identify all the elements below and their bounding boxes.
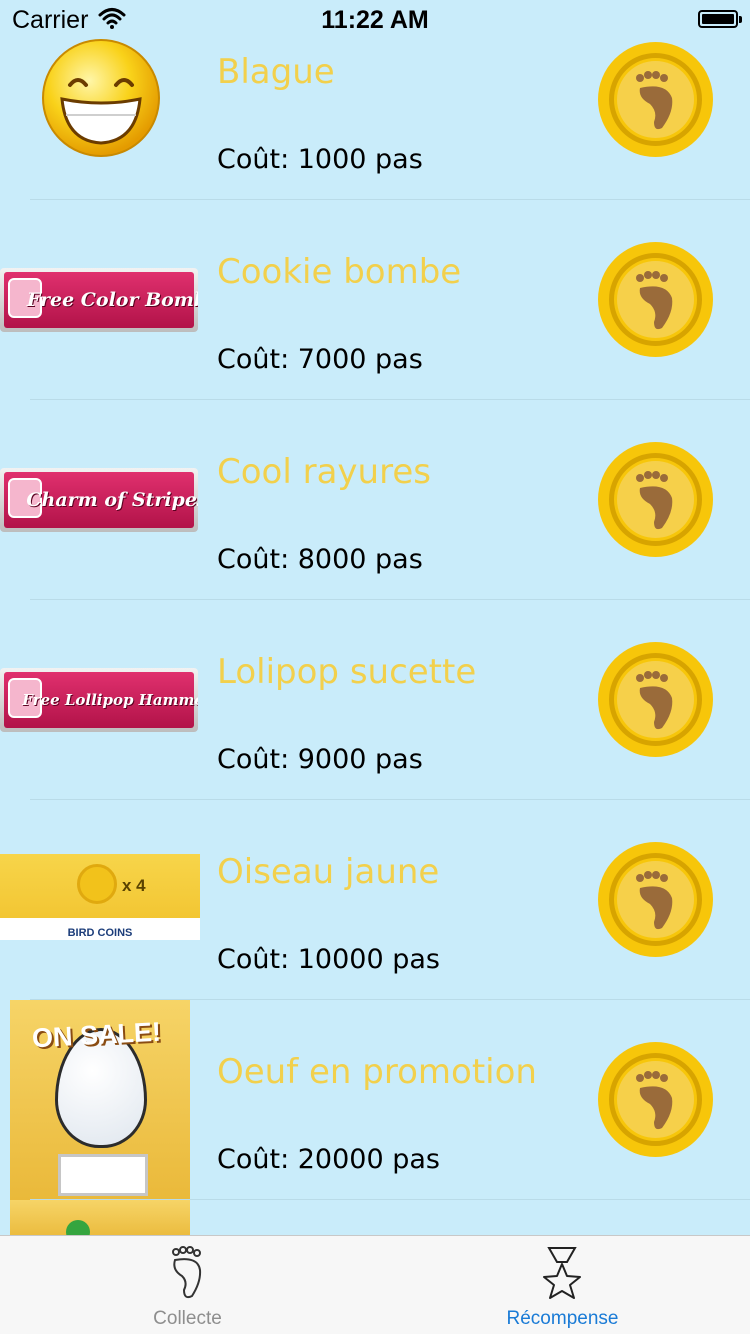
footprint-coin-icon xyxy=(636,1071,673,1130)
tab-label: Collecte xyxy=(153,1308,222,1329)
footprint-coin-icon xyxy=(636,671,673,730)
reward-title: Oiseau jaune xyxy=(217,852,440,892)
battery-icon xyxy=(698,10,742,28)
reward-list[interactable]: Blague Coût: 1000 pas Free Color Bomb Co… xyxy=(0,0,750,1200)
reward-cost: Coût: 10000 pas xyxy=(217,944,440,975)
tab-bar: Collecte Récompense xyxy=(0,1235,750,1334)
tab-collecte[interactable]: Collecte xyxy=(0,1236,375,1334)
list-item[interactable]: x 4 BIRD COINS Oiseau jaune Coût: 10000 … xyxy=(0,800,750,1000)
smiley-image xyxy=(40,37,162,159)
reward-title: Cool rayures xyxy=(217,452,431,492)
status-bar: Carrier 11:22 AM xyxy=(0,0,750,40)
footprint-coin-icon xyxy=(636,871,673,930)
reward-cost: Coût: 8000 pas xyxy=(217,544,423,575)
footprint-icon xyxy=(172,1246,202,1299)
redeem-coin-button[interactable] xyxy=(598,842,713,957)
redeem-coin-button[interactable] xyxy=(598,1042,713,1157)
reward-screen: Blague Coût: 1000 pas Free Color Bomb Co… xyxy=(0,0,750,1334)
list-item[interactable]: ON SALE! Oeuf en promotion Coût: 20000 p… xyxy=(0,1000,750,1200)
tab-recompense[interactable]: Récompense xyxy=(375,1236,750,1334)
next-item-image xyxy=(10,1200,190,1240)
list-item[interactable]: Free Color Bomb Cookie bombe Coût: 7000 … xyxy=(0,200,750,400)
redeem-coin-button[interactable] xyxy=(598,642,713,757)
charm-of-stripes-banner: Charm of Stripes xyxy=(0,468,198,532)
egg-on-sale-image: ON SALE! xyxy=(10,1000,190,1200)
reward-title: Oeuf en promotion xyxy=(217,1052,537,1092)
footprint-coin-icon xyxy=(636,471,673,530)
footprint-coin-icon xyxy=(636,71,673,130)
reward-cost: Coût: 1000 pas xyxy=(217,144,423,175)
list-item[interactable]: Charm of Stripes Cool rayures Coût: 8000… xyxy=(0,400,750,600)
bird-coins-image: x 4 BIRD COINS xyxy=(0,854,200,940)
tab-label: Récompense xyxy=(506,1308,619,1329)
reward-title: Lolipop sucette xyxy=(217,652,477,692)
reward-title: Blague xyxy=(217,52,335,92)
reward-cost: Coût: 7000 pas xyxy=(217,344,423,375)
clock: 11:22 AM xyxy=(321,6,429,34)
star-trophy-icon xyxy=(543,1247,581,1299)
redeem-coin-button[interactable] xyxy=(598,442,713,557)
reward-cost: Coût: 20000 pas xyxy=(217,1144,440,1175)
reward-cost: Coût: 9000 pas xyxy=(217,744,423,775)
free-color-bomb-banner: Free Color Bomb xyxy=(0,268,198,332)
redeem-coin-button[interactable] xyxy=(598,42,713,157)
list-item[interactable]: Free Lollipop Hammer Lolipop sucette Coû… xyxy=(0,600,750,800)
free-lollipop-hammer-banner: Free Lollipop Hammer xyxy=(0,668,198,732)
redeem-coin-button[interactable] xyxy=(598,242,713,357)
footprint-coin-icon xyxy=(636,271,673,330)
reward-title: Cookie bombe xyxy=(217,252,462,292)
